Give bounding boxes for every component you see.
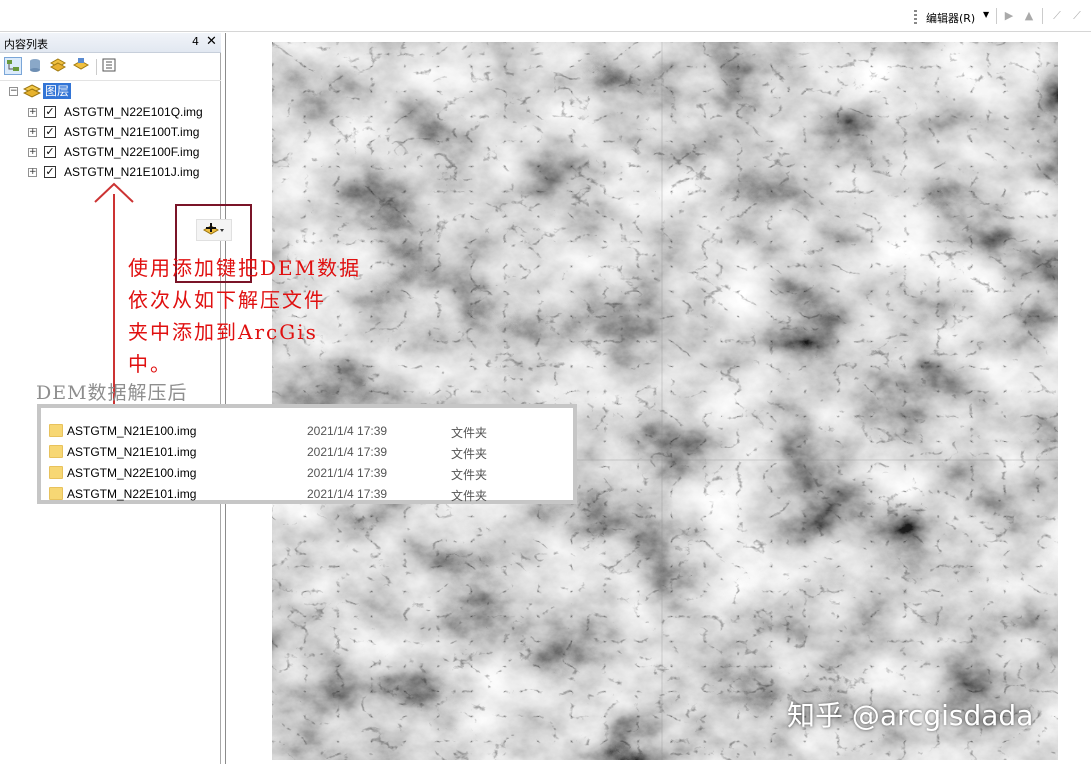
instruction-line: 使用添加键把DEM数据 bbox=[128, 256, 362, 280]
file-date: 2021/1/4 17:39 bbox=[307, 445, 388, 459]
edit-tool-icon[interactable]: ▶ bbox=[1002, 9, 1016, 23]
folder-icon bbox=[49, 466, 63, 479]
layer-visibility-checkbox[interactable]: ✓ bbox=[44, 166, 56, 178]
close-icon[interactable]: ✕ bbox=[206, 34, 217, 49]
list-by-selection-icon[interactable] bbox=[72, 57, 91, 75]
layer-visibility-checkbox[interactable]: ✓ bbox=[44, 146, 56, 158]
edit-annotation-tool-icon[interactable]: ▲ bbox=[1022, 9, 1036, 23]
file-type: 文件夹 bbox=[451, 447, 488, 461]
layer-row[interactable]: + ✓ ASTGTM_N21E101J.img bbox=[0, 163, 221, 181]
expand-icon[interactable]: + bbox=[28, 128, 37, 137]
file-date: 2021/1/4 17:39 bbox=[307, 466, 388, 480]
layer-group-row[interactable]: − 图层 bbox=[0, 82, 221, 100]
layer-visibility-checkbox[interactable]: ✓ bbox=[44, 106, 56, 118]
editor-toolbar: 编辑器(R) ▼ ▶ ▲ ⟋ ⟋ bbox=[0, 0, 1091, 32]
layer-name[interactable]: ASTGTM_N21E100T.img bbox=[64, 125, 199, 139]
dem-raster[interactable] bbox=[272, 42, 1058, 760]
toc-title: 内容列表 bbox=[4, 38, 48, 51]
toc-header: 内容列表 4 ✕ bbox=[0, 33, 221, 53]
expand-icon[interactable]: + bbox=[28, 148, 37, 157]
file-name: ASTGTM_N22E101.img bbox=[67, 487, 197, 501]
toolbar-separator bbox=[96, 59, 97, 75]
expand-icon[interactable]: + bbox=[28, 168, 37, 177]
file-date: 2021/1/4 17:39 bbox=[307, 424, 388, 438]
expand-icon[interactable]: + bbox=[28, 108, 37, 117]
folder-icon bbox=[49, 445, 63, 458]
red-arrow-line bbox=[113, 194, 115, 407]
editor-menu[interactable]: 编辑器(R) bbox=[926, 10, 975, 26]
file-name: ASTGTM_N21E101.img bbox=[67, 445, 197, 459]
file-row[interactable]: ASTGTM_N22E100.img 2021/1/4 17:39 文件夹 bbox=[41, 463, 573, 483]
file-row[interactable]: ASTGTM_N21E101.img 2021/1/4 17:39 文件夹 bbox=[41, 442, 573, 462]
toolbar-separator bbox=[1042, 8, 1043, 24]
file-date: 2021/1/4 17:39 bbox=[307, 487, 388, 501]
add-data-button[interactable] bbox=[196, 219, 232, 241]
layer-name[interactable]: ASTGTM_N22E100F.img bbox=[64, 145, 199, 159]
layer-row[interactable]: + ✓ ASTGTM_N21E100T.img bbox=[0, 123, 221, 141]
unzipped-label: DEM数据解压后 bbox=[36, 382, 188, 404]
layer-group-label[interactable]: 图层 bbox=[43, 83, 72, 99]
list-by-drawing-order-icon[interactable] bbox=[4, 57, 22, 75]
pin-icon[interactable]: 4 bbox=[192, 35, 199, 48]
instruction-annotation: 使用添加键把DEM数据 依次从如下解压文件 夹中添加到ArcGis 中。 bbox=[128, 252, 378, 380]
layer-name[interactable]: ASTGTM_N21E101J.img bbox=[64, 165, 199, 179]
options-icon[interactable] bbox=[101, 57, 119, 75]
folder-icon bbox=[49, 424, 63, 437]
folder-icon bbox=[49, 487, 63, 500]
file-name: ASTGTM_N22E100.img bbox=[67, 466, 197, 480]
straight-segment-icon[interactable]: ⟋ bbox=[1050, 9, 1064, 23]
instruction-line: 依次从如下解压文件 bbox=[128, 288, 326, 312]
file-type: 文件夹 bbox=[451, 489, 488, 503]
collapse-icon[interactable]: − bbox=[9, 87, 18, 96]
toolbar-separator bbox=[996, 8, 997, 24]
chevron-down-icon[interactable]: ▼ bbox=[983, 10, 989, 19]
sketch-icon[interactable]: ⟋ bbox=[1070, 9, 1084, 23]
file-name: ASTGTM_N21E100.img bbox=[67, 424, 197, 438]
toc-toolbar bbox=[0, 54, 221, 81]
layers-icon bbox=[23, 84, 41, 98]
file-row[interactable]: ASTGTM_N21E100.img 2021/1/4 17:39 文件夹 bbox=[41, 421, 573, 441]
layer-row[interactable]: + ✓ ASTGTM_N22E101Q.img bbox=[0, 103, 221, 121]
file-type: 文件夹 bbox=[451, 426, 488, 440]
watermark: 知乎 @arcgisdada bbox=[787, 699, 1034, 732]
toolbar-grip[interactable] bbox=[914, 10, 917, 24]
add-data-icon bbox=[203, 223, 224, 235]
list-by-visibility-icon[interactable] bbox=[49, 57, 68, 75]
layer-visibility-checkbox[interactable]: ✓ bbox=[44, 126, 56, 138]
layer-row[interactable]: + ✓ ASTGTM_N22E100F.img bbox=[0, 143, 221, 161]
file-row[interactable]: ASTGTM_N22E101.img 2021/1/4 17:39 文件夹 bbox=[41, 484, 573, 504]
file-type: 文件夹 bbox=[451, 468, 488, 482]
instruction-line: 夹中添加到ArcGis bbox=[128, 320, 318, 344]
instruction-line: 中。 bbox=[128, 352, 172, 376]
layer-name[interactable]: ASTGTM_N22E101Q.img bbox=[64, 105, 203, 119]
file-explorer-list: ASTGTM_N21E100.img 2021/1/4 17:39 文件夹 AS… bbox=[37, 404, 577, 504]
list-by-source-icon[interactable] bbox=[27, 57, 45, 75]
